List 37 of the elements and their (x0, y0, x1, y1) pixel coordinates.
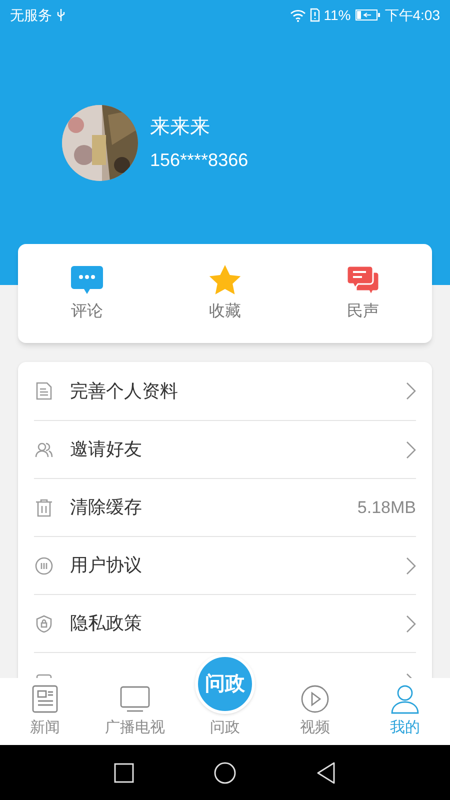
menu-item[interactable]: 隐私政策 (34, 594, 416, 652)
circle-lines-icon (34, 556, 54, 576)
play-icon (299, 682, 331, 714)
phone-number: 156****8366 (150, 149, 248, 171)
chat-bubble-icon (70, 264, 104, 296)
usb-icon (56, 8, 66, 22)
document-icon (34, 381, 54, 401)
logo-text: 问政 (205, 672, 245, 697)
cache-size: 5.18MB (357, 496, 416, 519)
shortcut-button[interactable]: 收藏 (156, 264, 294, 324)
time-text: 下午4:03 (384, 6, 440, 24)
battery-text: 11% (324, 6, 351, 24)
shortcut-button[interactable]: 评论 (18, 264, 156, 324)
chat-bubbles-icon (346, 264, 380, 296)
menu-item[interactable]: 邀请好友 (34, 420, 416, 478)
wifi-icon (290, 8, 306, 22)
sim-icon (310, 8, 320, 22)
tab[interactable]: 新闻 (0, 682, 90, 739)
menu-item[interactable]: 用户协议 (34, 536, 416, 594)
tab[interactable]: 我的 (360, 682, 450, 739)
back-icon[interactable] (316, 762, 336, 784)
trash-icon (34, 498, 54, 518)
recent-apps-icon[interactable] (114, 762, 134, 782)
star-icon (208, 264, 242, 296)
tab[interactable]: 问政 (205, 716, 245, 739)
carrier-text: 无服务 (10, 6, 52, 24)
center-logo[interactable]: 问政 (195, 654, 255, 714)
shortcut-button[interactable]: 民声 (294, 264, 432, 324)
tab[interactable]: 广播电视 (90, 682, 180, 739)
user-name: 来来来 (150, 115, 211, 139)
menu-item[interactable]: 完善个人资料 (34, 362, 416, 420)
user-icon (389, 682, 421, 714)
home-icon[interactable] (214, 762, 236, 784)
tab[interactable]: 视频 (270, 682, 360, 739)
battery-icon (354, 9, 381, 21)
shield-icon (34, 614, 54, 634)
menu-item[interactable]: 清除缓存 5.18MB (34, 478, 416, 536)
